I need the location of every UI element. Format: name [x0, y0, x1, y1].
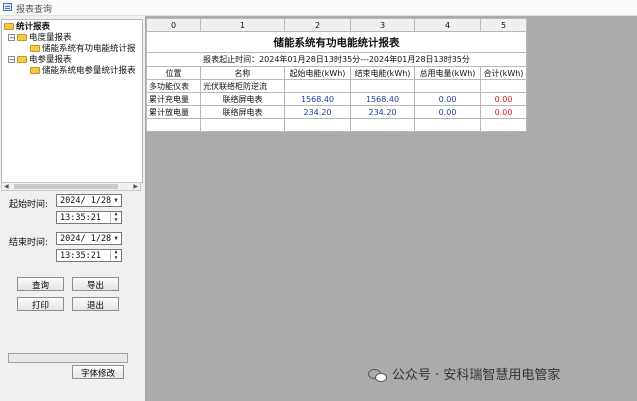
tree-item-parameter-report[interactable]: 储能系统电参量统计报表 — [30, 66, 136, 77]
cell[interactable]: 1568.40 — [350, 92, 415, 106]
cell[interactable] — [350, 79, 415, 93]
cell[interactable] — [284, 79, 351, 93]
cell[interactable] — [146, 118, 201, 132]
cell[interactable] — [284, 118, 351, 132]
cell[interactable]: 光伏联络柜防逆流 — [200, 79, 285, 93]
report-title-row: 储能系统有功电能统计报表 — [146, 31, 527, 53]
cell[interactable]: 0.00 — [414, 92, 481, 106]
tree-group-energy[interactable]: − 电度量报表 — [8, 33, 72, 44]
end-date-picker[interactable]: 2024/ 1/28 ▼ — [56, 232, 122, 245]
end-time-label: 结束时间: — [9, 238, 49, 248]
print-button[interactable]: 打印 — [17, 297, 64, 311]
start-time-spinner[interactable]: 13:35:21 ▲ ▼ — [56, 211, 122, 224]
cell[interactable] — [480, 79, 527, 93]
progress-bar — [8, 353, 128, 363]
dropdown-arrow-icon[interactable]: ▼ — [111, 233, 121, 244]
table-header-row: 位置 名称 起始电能(kWh) 结束电能(kWh) 总用电量(kWh) 合计(k… — [146, 66, 527, 80]
cell[interactable]: 多功能仪表 — [146, 79, 201, 93]
query-button[interactable]: 查询 — [17, 277, 64, 291]
start-date-picker[interactable]: 2024/ 1/28 ▼ — [56, 194, 122, 207]
column-header[interactable]: 0 — [146, 18, 201, 32]
spinner-arrows-icon[interactable]: ▲ ▼ — [110, 249, 121, 261]
spinner-arrows-icon[interactable]: ▲ ▼ — [110, 211, 121, 223]
table-row[interactable] — [146, 118, 527, 132]
header-cell: 合计(kWh) — [480, 66, 527, 80]
report-title: 储能系统有功电能统计报表 — [146, 31, 527, 53]
folder-icon — [17, 56, 27, 63]
column-number-row: 0 1 2 3 4 5 — [146, 18, 527, 32]
tree-group-parameters[interactable]: − 电参量报表 — [8, 55, 72, 66]
folder-icon — [4, 23, 14, 30]
cell[interactable]: 0.00 — [414, 105, 481, 119]
title-bar: 报表查询 — [0, 0, 637, 16]
header-cell: 结束电能(kWh) — [350, 66, 415, 80]
cell[interactable]: 联络屏电表 — [200, 92, 285, 106]
collapse-icon[interactable]: − — [8, 56, 15, 64]
dropdown-arrow-icon[interactable]: ▼ — [111, 195, 121, 206]
cell[interactable]: 234.20 — [284, 105, 351, 119]
folder-icon — [30, 67, 40, 74]
collapse-icon[interactable]: − — [8, 34, 15, 42]
column-header[interactable]: 1 — [200, 18, 285, 32]
header-cell: 总用电量(kWh) — [414, 66, 481, 80]
export-button[interactable]: 导出 — [72, 277, 119, 291]
column-header[interactable]: 4 — [414, 18, 481, 32]
end-time-spinner[interactable]: 13:35:21 ▲ ▼ — [56, 249, 122, 262]
tree-item-active-energy-report[interactable]: 储能系统有功电能统计报 — [30, 44, 136, 55]
start-time-label: 起始时间: — [9, 200, 49, 210]
cell[interactable]: 0.00 — [480, 92, 527, 106]
scroll-left-icon[interactable]: ◀ — [4, 183, 9, 191]
report-grid: 0 1 2 3 4 5 储能系统有功电能统计报表 报表起止时间：2024年01月… — [146, 18, 527, 132]
report-grid-area: 0 1 2 3 4 5 储能系统有功电能统计报表 报表起止时间：2024年01月… — [146, 16, 637, 401]
report-tree[interactable]: 统计报表 − 电度量报表 储能系统有功电能统计报 − 电参量报表 储能系统电参量统计… — [1, 19, 143, 183]
table-row[interactable]: 累计充电量 联络屏电表 1568.40 1568.40 0.00 0.00 — [146, 92, 527, 106]
folder-icon — [30, 45, 40, 52]
table-row[interactable]: 累计放电量 联络屏电表 234.20 234.20 0.00 0.00 — [146, 105, 527, 119]
tree-root[interactable]: 统计报表 — [4, 22, 50, 33]
cell[interactable]: 1568.40 — [284, 92, 351, 106]
header-cell: 位置 — [146, 66, 201, 80]
watermark: 公众号 · 安科瑞智慧用电管家 — [368, 366, 560, 386]
cell[interactable]: 累计放电量 — [146, 105, 201, 119]
cell[interactable] — [414, 79, 481, 93]
cell[interactable]: 联络屏电表 — [200, 105, 285, 119]
cell[interactable] — [200, 118, 285, 132]
header-cell: 名称 — [200, 66, 285, 80]
cell[interactable] — [414, 118, 481, 132]
column-header[interactable]: 2 — [284, 18, 351, 32]
wechat-icon — [368, 368, 388, 384]
column-header[interactable]: 5 — [480, 18, 527, 32]
scrollbar-thumb[interactable] — [14, 184, 118, 189]
cell[interactable]: 234.20 — [350, 105, 415, 119]
cell[interactable]: 0.00 — [480, 105, 527, 119]
tree-horizontal-scrollbar[interactable]: ◀ ▶ — [1, 182, 141, 191]
window-title: 报表查询 — [16, 5, 53, 15]
scroll-right-icon[interactable]: ▶ — [133, 183, 138, 191]
cell[interactable] — [480, 118, 527, 132]
cell[interactable] — [350, 118, 415, 132]
table-row[interactable]: 多功能仪表 光伏联络柜防逆流 — [146, 79, 527, 93]
exit-button[interactable]: 退出 — [72, 297, 119, 311]
folder-icon — [17, 34, 27, 41]
report-period-row: 报表起止时间：2024年01月28日13时35分---2024年01月28日13… — [146, 52, 527, 67]
cell[interactable]: 累计充电量 — [146, 92, 201, 106]
left-panel: 统计报表 − 电度量报表 储能系统有功电能统计报 − 电参量报表 储能系统电参量统计… — [0, 16, 146, 401]
app-icon — [3, 3, 12, 11]
font-settings-button[interactable]: 字体修改 — [72, 365, 124, 379]
report-period: 报表起止时间：2024年01月28日13时35分---2024年01月28日13… — [146, 52, 527, 67]
column-header[interactable]: 3 — [350, 18, 415, 32]
header-cell: 起始电能(kWh) — [284, 66, 351, 80]
